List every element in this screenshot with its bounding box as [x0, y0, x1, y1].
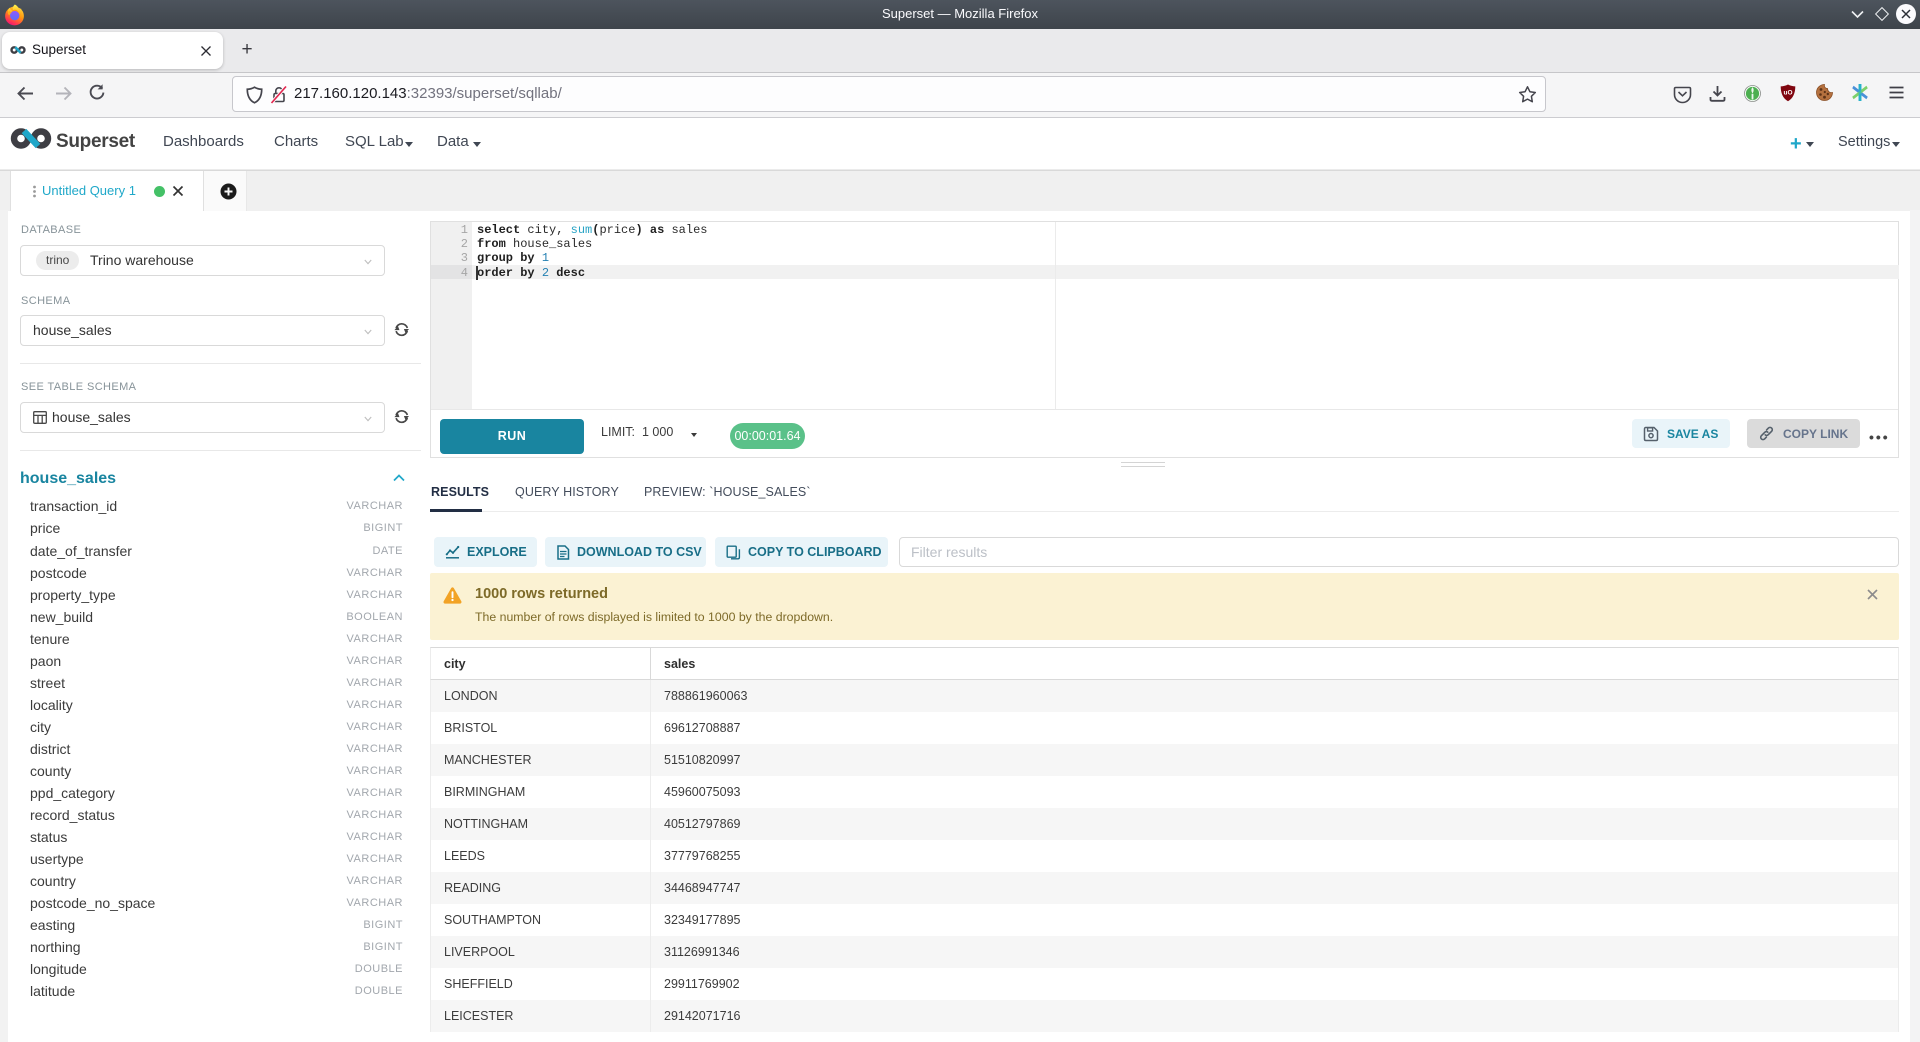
- svg-text:uO: uO: [1783, 90, 1792, 97]
